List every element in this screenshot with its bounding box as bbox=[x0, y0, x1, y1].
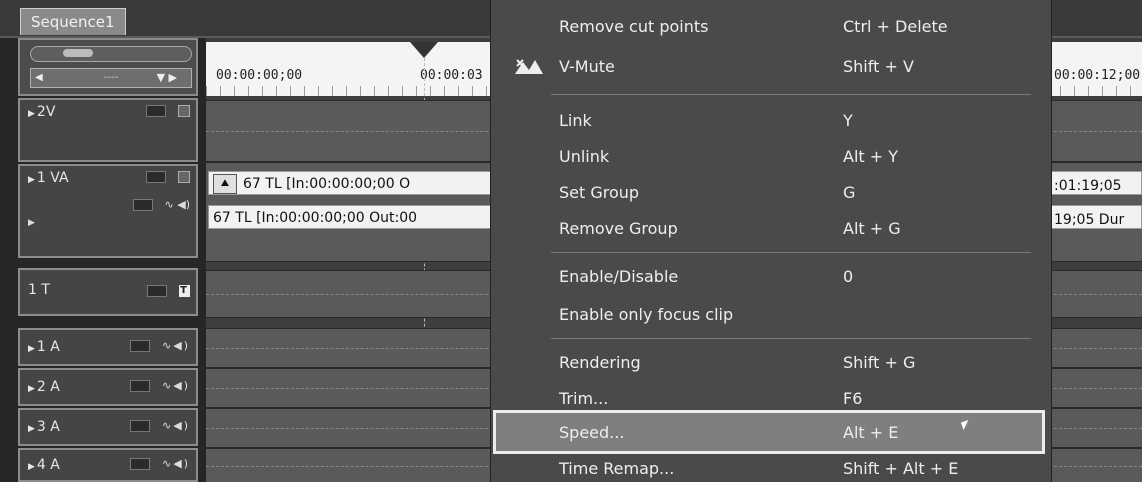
timecode-label: 00:00:00;00 bbox=[216, 68, 303, 83]
menu-item-remove-group[interactable]: Remove Group Alt + G bbox=[491, 212, 1051, 246]
menu-separator bbox=[551, 252, 1031, 253]
zoom-slider-knob[interactable] bbox=[63, 49, 93, 57]
track-3a-controls[interactable]: ∿◀) bbox=[130, 419, 190, 432]
left-arrow-icon[interactable]: ◀ bbox=[35, 69, 43, 87]
audio-controls[interactable]: ∿ ◀) bbox=[132, 198, 190, 211]
sequence-tab[interactable]: Sequence1 bbox=[20, 8, 126, 35]
menu-item-speed[interactable]: Speed... Alt + E bbox=[493, 410, 1045, 454]
title-track-icon: T bbox=[179, 285, 190, 297]
clip-right-duration: 19;05 Dur bbox=[1054, 212, 1125, 228]
menu-item-enable-only-focus-clip[interactable]: Enable only focus clip bbox=[491, 298, 1051, 332]
clip-thumbnail-icon: ⛰ bbox=[213, 174, 237, 194]
menu-item-link[interactable]: Link Y bbox=[491, 104, 1051, 138]
expand-triangle-icon[interactable]: ▶ bbox=[28, 424, 35, 434]
waveform-icon[interactable]: ∿ bbox=[162, 339, 173, 352]
editor-window: Sequence1 ◀ ---- ▼ ▶ ▶ 2V ▶ 1 VA ∿ ◀) ▶ 1 … bbox=[0, 0, 1142, 482]
expand-triangle-icon[interactable]: ▶ bbox=[28, 218, 35, 228]
lock-icon[interactable] bbox=[130, 420, 151, 432]
menu-item-v-mute[interactable]: V-Mute Shift + V bbox=[491, 50, 1051, 84]
context-menu: Remove cut points Ctrl + Delete V-Mute Shi… bbox=[490, 0, 1052, 482]
menu-separator bbox=[551, 338, 1031, 339]
waveform-icon[interactable]: ∿ bbox=[162, 419, 173, 432]
track-1va-controls[interactable] bbox=[146, 170, 190, 183]
menu-item-enable-disable[interactable]: Enable/Disable 0 bbox=[491, 260, 1051, 294]
track-header-2a[interactable]: ▶ 2 A ∿◀) bbox=[18, 368, 198, 406]
expand-triangle-icon[interactable]: ▶ bbox=[28, 462, 35, 472]
clip-right-timecode: :01:19;05 bbox=[1054, 178, 1122, 194]
menu-item-rendering[interactable]: Rendering Shift + G bbox=[491, 346, 1051, 380]
track-2a-controls[interactable]: ∿◀) bbox=[130, 379, 190, 392]
lock-icon[interactable] bbox=[147, 285, 167, 297]
speaker-icon[interactable]: ◀) bbox=[173, 339, 190, 352]
lock-icon[interactable] bbox=[146, 171, 166, 183]
lock-icon[interactable] bbox=[130, 380, 151, 392]
track-header-4a[interactable]: ▶ 4 A ∿◀) bbox=[18, 448, 198, 482]
expand-triangle-icon[interactable]: ▶ bbox=[28, 344, 35, 354]
speaker-icon[interactable]: ◀) bbox=[173, 419, 190, 432]
expand-triangle-icon[interactable]: ▶ bbox=[28, 175, 35, 185]
track-header-1t[interactable]: 1 T T bbox=[18, 268, 198, 316]
video-toggle-icon[interactable] bbox=[178, 171, 190, 183]
lock-icon[interactable] bbox=[132, 199, 153, 211]
timeline-control-panel: ◀ ---- ▼ ▶ bbox=[18, 38, 198, 96]
track-header-3a[interactable]: ▶ 3 A ∿◀) bbox=[18, 408, 198, 446]
menu-item-remove-cut-points[interactable]: Remove cut points Ctrl + Delete bbox=[491, 10, 1051, 44]
track-header-column: ◀ ---- ▼ ▶ ▶ 2V ▶ 1 VA ∿ ◀) ▶ 1 T T ▶ 1 A ∿… bbox=[18, 38, 198, 482]
speaker-icon[interactable]: ◀) bbox=[173, 457, 190, 470]
expand-triangle-icon[interactable]: ▶ bbox=[28, 384, 35, 394]
playhead-marker[interactable] bbox=[410, 42, 438, 58]
track-header-1va[interactable]: ▶ 1 VA ∿ ◀) ▶ bbox=[18, 164, 198, 258]
zoom-slider[interactable] bbox=[30, 46, 192, 62]
waveform-icon[interactable]: ∿ bbox=[162, 379, 173, 392]
dropdown-dots: ---- bbox=[103, 72, 119, 83]
timecode-label: 00:00:03 bbox=[420, 68, 483, 83]
track-1a-controls[interactable]: ∿◀) bbox=[130, 339, 190, 352]
speaker-icon[interactable]: ◀) bbox=[177, 198, 190, 211]
speaker-icon[interactable]: ◀) bbox=[173, 379, 190, 392]
waveform-icon[interactable]: ∿ bbox=[162, 457, 173, 470]
menu-separator bbox=[551, 94, 1031, 95]
track-4a-controls[interactable]: ∿◀) bbox=[130, 457, 190, 470]
menu-item-unlink[interactable]: Unlink Alt + Y bbox=[491, 140, 1051, 174]
track-2v-controls[interactable] bbox=[146, 104, 190, 117]
timeline-scale-dropdown[interactable]: ◀ ---- ▼ ▶ bbox=[30, 68, 192, 88]
lock-icon[interactable] bbox=[146, 105, 166, 117]
track-header-2v[interactable]: ▶ 2V bbox=[18, 98, 198, 162]
mouse-cursor-icon bbox=[960, 419, 972, 431]
track-header-1a[interactable]: ▶ 1 A ∿◀) bbox=[18, 328, 198, 366]
chevron-down-icon[interactable]: ▼ ▶ bbox=[157, 69, 177, 87]
video-toggle-icon[interactable] bbox=[178, 105, 190, 117]
timecode-label: 00:00:12;00 bbox=[1054, 68, 1141, 83]
track-1t-controls[interactable]: T bbox=[147, 284, 190, 297]
waveform-icon[interactable]: ∿ bbox=[165, 198, 174, 211]
expand-triangle-icon[interactable]: ▶ bbox=[28, 109, 35, 119]
lock-icon[interactable] bbox=[130, 340, 151, 352]
lock-icon[interactable] bbox=[130, 458, 151, 470]
menu-item-set-group[interactable]: Set Group G bbox=[491, 176, 1051, 210]
menu-item-time-remap[interactable]: Time Remap... Shift + Alt + E bbox=[491, 452, 1051, 482]
v-mute-icon bbox=[515, 59, 543, 74]
